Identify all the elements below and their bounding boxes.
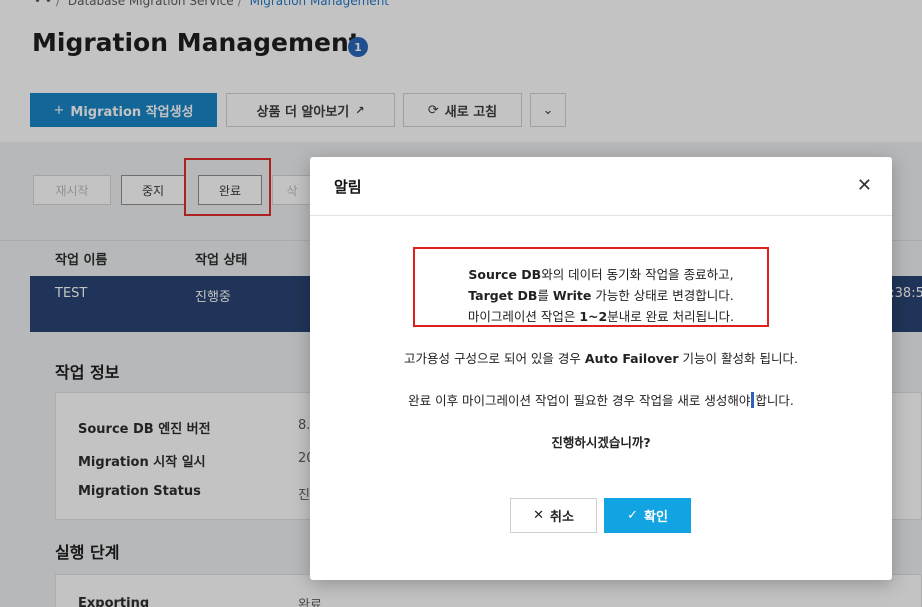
msg-line3-rest: 분내로 완료 처리됩니다. <box>607 309 735 324</box>
dialog-divider <box>310 215 892 216</box>
confirm-label: 확인 <box>643 510 668 525</box>
dialog-title: 알림 <box>334 178 362 196</box>
msg-source-db: Source DB <box>468 267 542 282</box>
cancel-button[interactable]: ✕ 취소 <box>510 498 597 533</box>
message-line-2: Target DB를 Write 가능한 상태로 변경합니다. <box>310 285 892 304</box>
msg-line2-particle: 를 <box>537 288 553 303</box>
msg-line5-start: 완료 이후 마이그레이션 작업이 필요한 경우 작업을 새로 생성해야 <box>408 393 751 408</box>
msg-target-db: Target DB <box>468 288 538 303</box>
text-cursor <box>751 392 755 408</box>
confirm-dialog: 알림 ✕ Source DB와의 데이터 동기화 작업을 종료하고, Targe… <box>310 157 892 580</box>
msg-duration: 1~2 <box>579 309 608 324</box>
msg-line3-start: 마이그레이션 작업은 <box>467 309 580 324</box>
message-line-5: 완료 이후 마이그레이션 작업이 필요한 경우 작업을 새로 생성해야 합니다. <box>310 390 892 409</box>
close-icon[interactable]: ✕ <box>857 175 872 196</box>
confirm-button[interactable]: ✓ 확인 <box>604 498 691 533</box>
msg-write: Write <box>552 288 592 303</box>
msg-auto-failover: Auto Failover <box>584 351 679 366</box>
message-line-6: 진행하시겠습니까? <box>551 435 651 450</box>
message-line-1: Source DB와의 데이터 동기화 작업을 종료하고, <box>310 264 892 283</box>
check-icon: ✓ <box>627 508 638 523</box>
message-line-3: 마이그레이션 작업은 1~2분내로 완료 처리됩니다. <box>310 306 892 325</box>
msg-line2-rest: 가능한 상태로 변경합니다. <box>591 288 734 303</box>
msg-line4-rest: 기능이 활성화 됩니다. <box>678 351 798 366</box>
msg-line1-rest: 와의 데이터 동기화 작업을 종료하고, <box>541 267 734 282</box>
message-line-4: 고가용성 구성으로 되어 있을 경우 Auto Failover 기능이 활성화… <box>310 348 892 367</box>
msg-line5-end: 합니다. <box>755 393 794 408</box>
msg-line4-start: 고가용성 구성으로 되어 있을 경우 <box>404 351 585 366</box>
cancel-label: 취소 <box>549 510 574 525</box>
x-icon: ✕ <box>533 508 544 523</box>
